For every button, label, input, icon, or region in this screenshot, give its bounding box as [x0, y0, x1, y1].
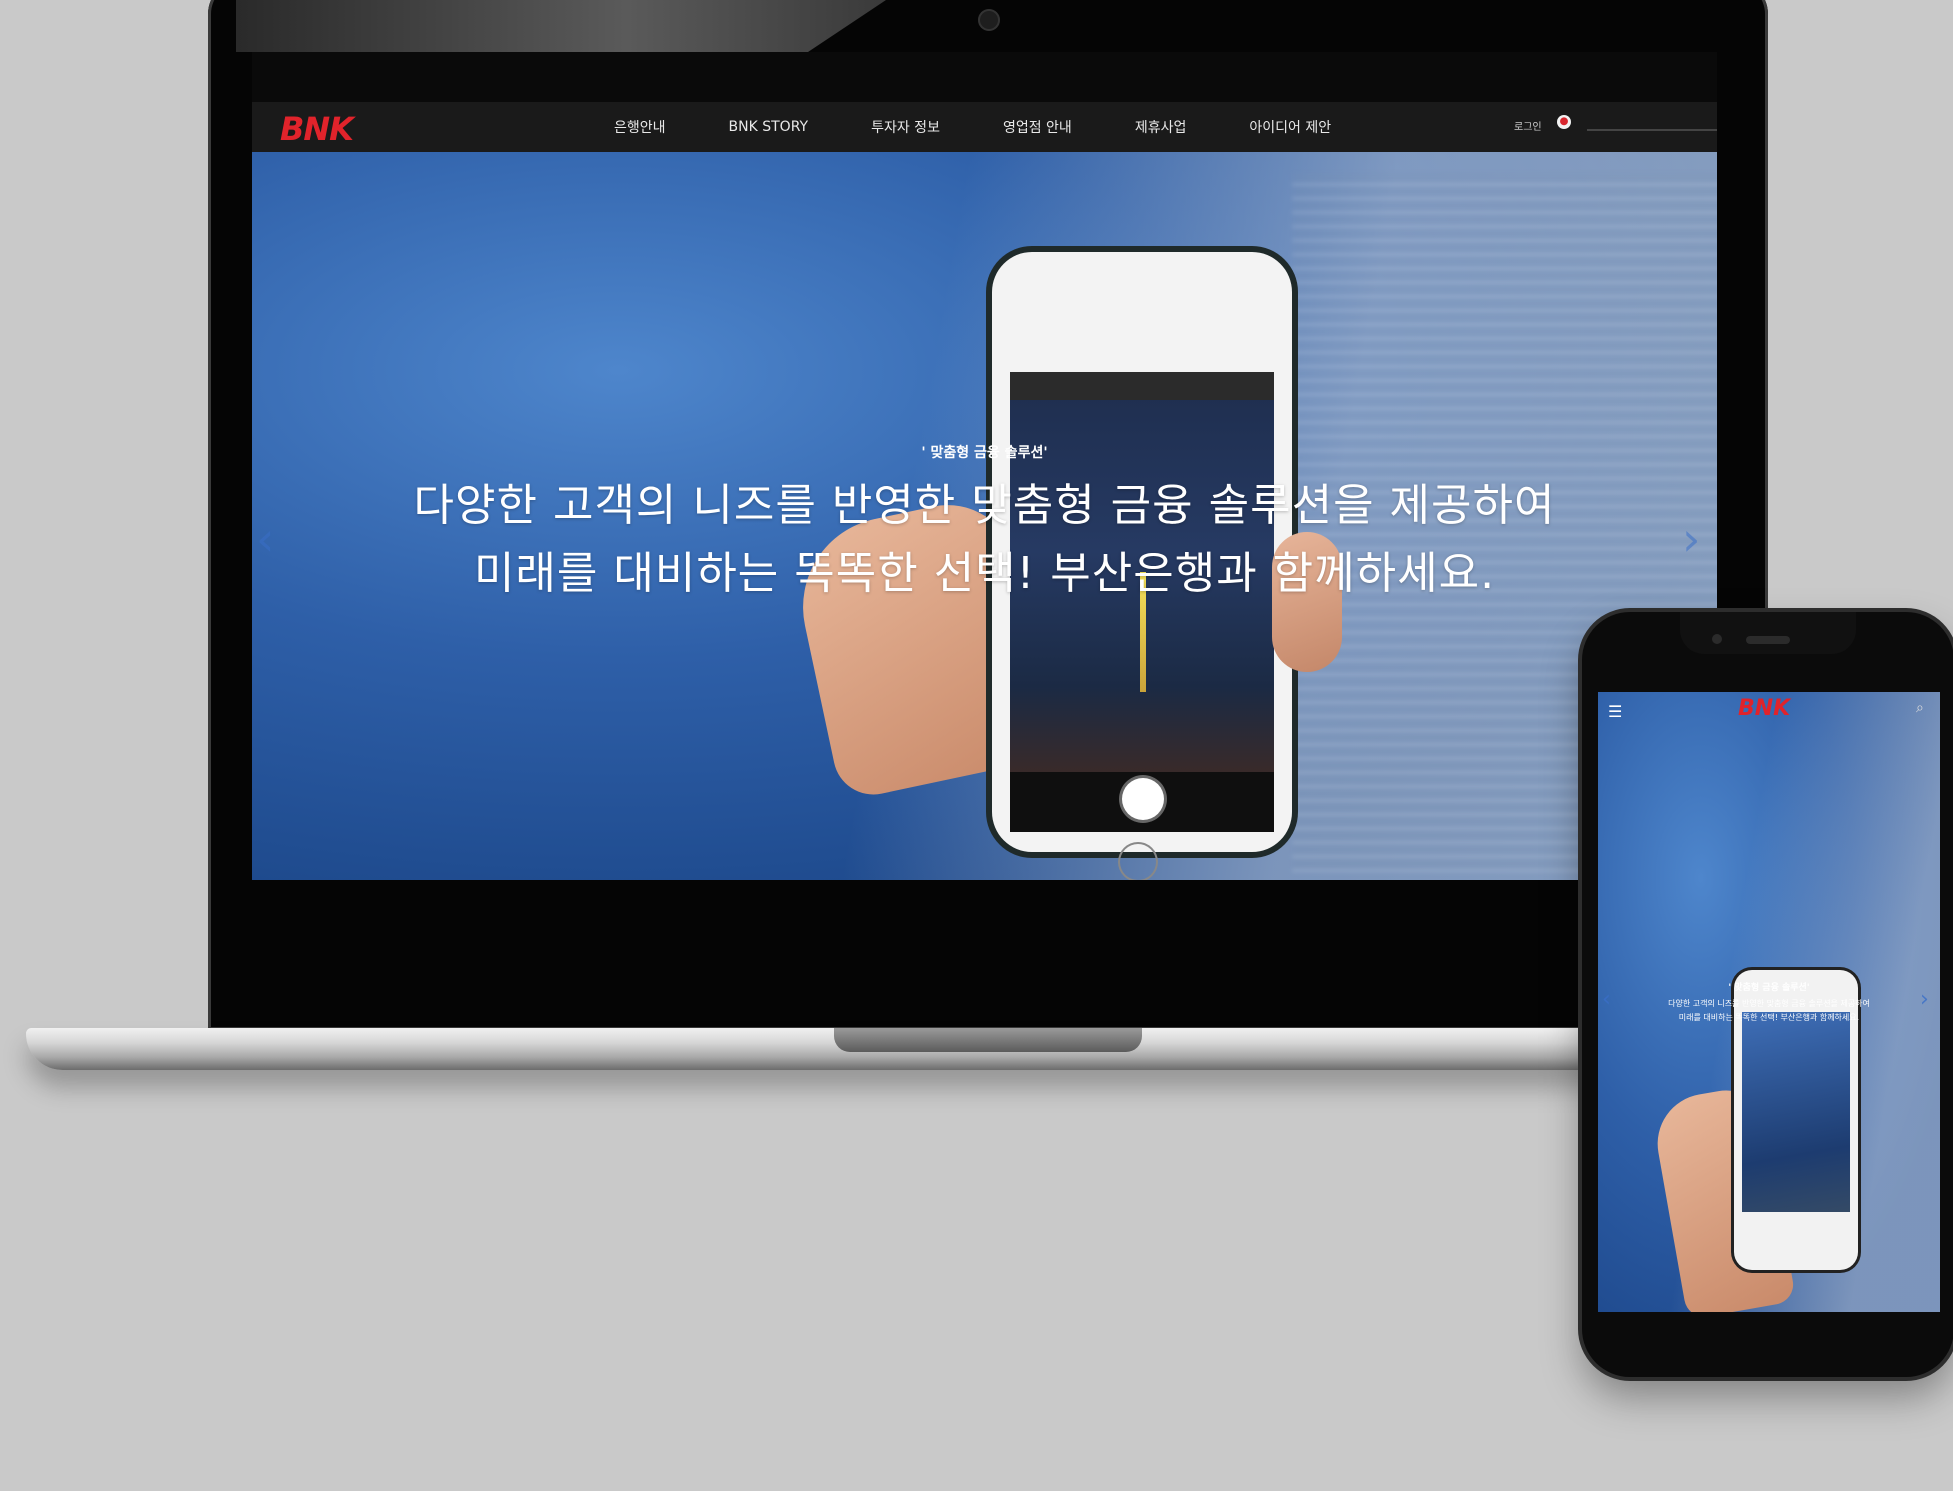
- laptop-glare: [236, 0, 886, 52]
- hero-headline-2: 미래를 대비하는 똑똑한 선택! 부산은행과 함께하세요.: [473, 548, 1496, 599]
- chevron-left-icon[interactable]: ‹: [256, 512, 274, 566]
- mobile-held-phone-screen: [1742, 1012, 1850, 1212]
- mobile-hero-line-2: 미래를 대비하는 똑똑한 선택! 부산은행과 함께하세요.: [1678, 1013, 1860, 1022]
- hamburger-icon[interactable]: ☰: [1608, 702, 1622, 721]
- held-phone-camera-bar: [1010, 372, 1274, 400]
- hero-eyebrow: ' 맞춤형 금융 솔루션': [921, 445, 1048, 461]
- mobile-bnk-logo[interactable]: BNK: [1738, 696, 1790, 721]
- nav-item-idea-proposal[interactable]: 아이디어 제안: [1249, 117, 1331, 137]
- mobile-hero-copy: ' 맞춤형 금융 솔루션' 다양한 고객의 니즈를 반영한 맞춤형 금융 솔루션…: [1598, 980, 1940, 1025]
- main-nav: BNK 은행안내 BNK STORY 투자자 정보 영업점 안내 제휴사업 아이…: [252, 102, 1717, 152]
- nav-menu: 은행안내 BNK STORY 투자자 정보 영업점 안내 제휴사업 아이디어 제…: [614, 102, 1394, 152]
- home-button-icon: [1118, 842, 1158, 880]
- hero-copy: ' 맞춤형 금융 솔루션' 다양한 고객의 니즈를 반영한 맞춤형 금융 솔루션…: [252, 442, 1717, 608]
- laptop-notch: [834, 1028, 1142, 1052]
- mobile-speaker: [1746, 636, 1790, 644]
- login-link[interactable]: 로그인: [1514, 118, 1542, 133]
- nav-item-bnk-story[interactable]: BNK STORY: [729, 119, 809, 135]
- mobile-hero-eyebrow: ' 맞춤형 금융 솔루션': [1728, 983, 1810, 993]
- chevron-right-icon[interactable]: ›: [1682, 512, 1700, 566]
- nav-divider: [1587, 129, 1717, 131]
- nav-item-investor-info[interactable]: 투자자 정보: [871, 117, 940, 137]
- bnk-logo[interactable]: BNK: [280, 110, 354, 148]
- browser-topbar: [252, 52, 1717, 102]
- laptop-camera: [978, 9, 1000, 31]
- mobile-camera: [1712, 634, 1722, 644]
- mobile-chevron-left-icon[interactable]: ‹: [1602, 987, 1611, 1012]
- laptop-screen: BNK 은행안내 BNK STORY 투자자 정보 영업점 안내 제휴사업 아이…: [252, 52, 1717, 880]
- mobile-screen: ☰ BNK ⌕ ' 맞춤형 금융 솔루션' 다양한 고객의 니즈를 반영한 맞춤…: [1598, 692, 1940, 1312]
- nav-item-partnership[interactable]: 제휴사업: [1135, 117, 1187, 137]
- mobile-chevron-right-icon[interactable]: ›: [1920, 987, 1929, 1012]
- nav-item-bank-info[interactable]: 은행안내: [614, 117, 666, 137]
- nav-item-branch-info[interactable]: 영업점 안내: [1003, 117, 1072, 137]
- shutter-icon: [1122, 778, 1164, 820]
- hero-headline-1: 다양한 고객의 니즈를 반영한 맞춤형 금융 솔루션을 제공하여: [413, 480, 1556, 531]
- mobile-hero-line-1: 다양한 고객의 니즈를 반영한 맞춤형 금융 솔루션을 제공하여: [1668, 999, 1870, 1008]
- flag-icon[interactable]: [1557, 115, 1571, 129]
- mobile-notch: [1680, 612, 1856, 654]
- search-icon[interactable]: ⌕: [1916, 700, 1924, 716]
